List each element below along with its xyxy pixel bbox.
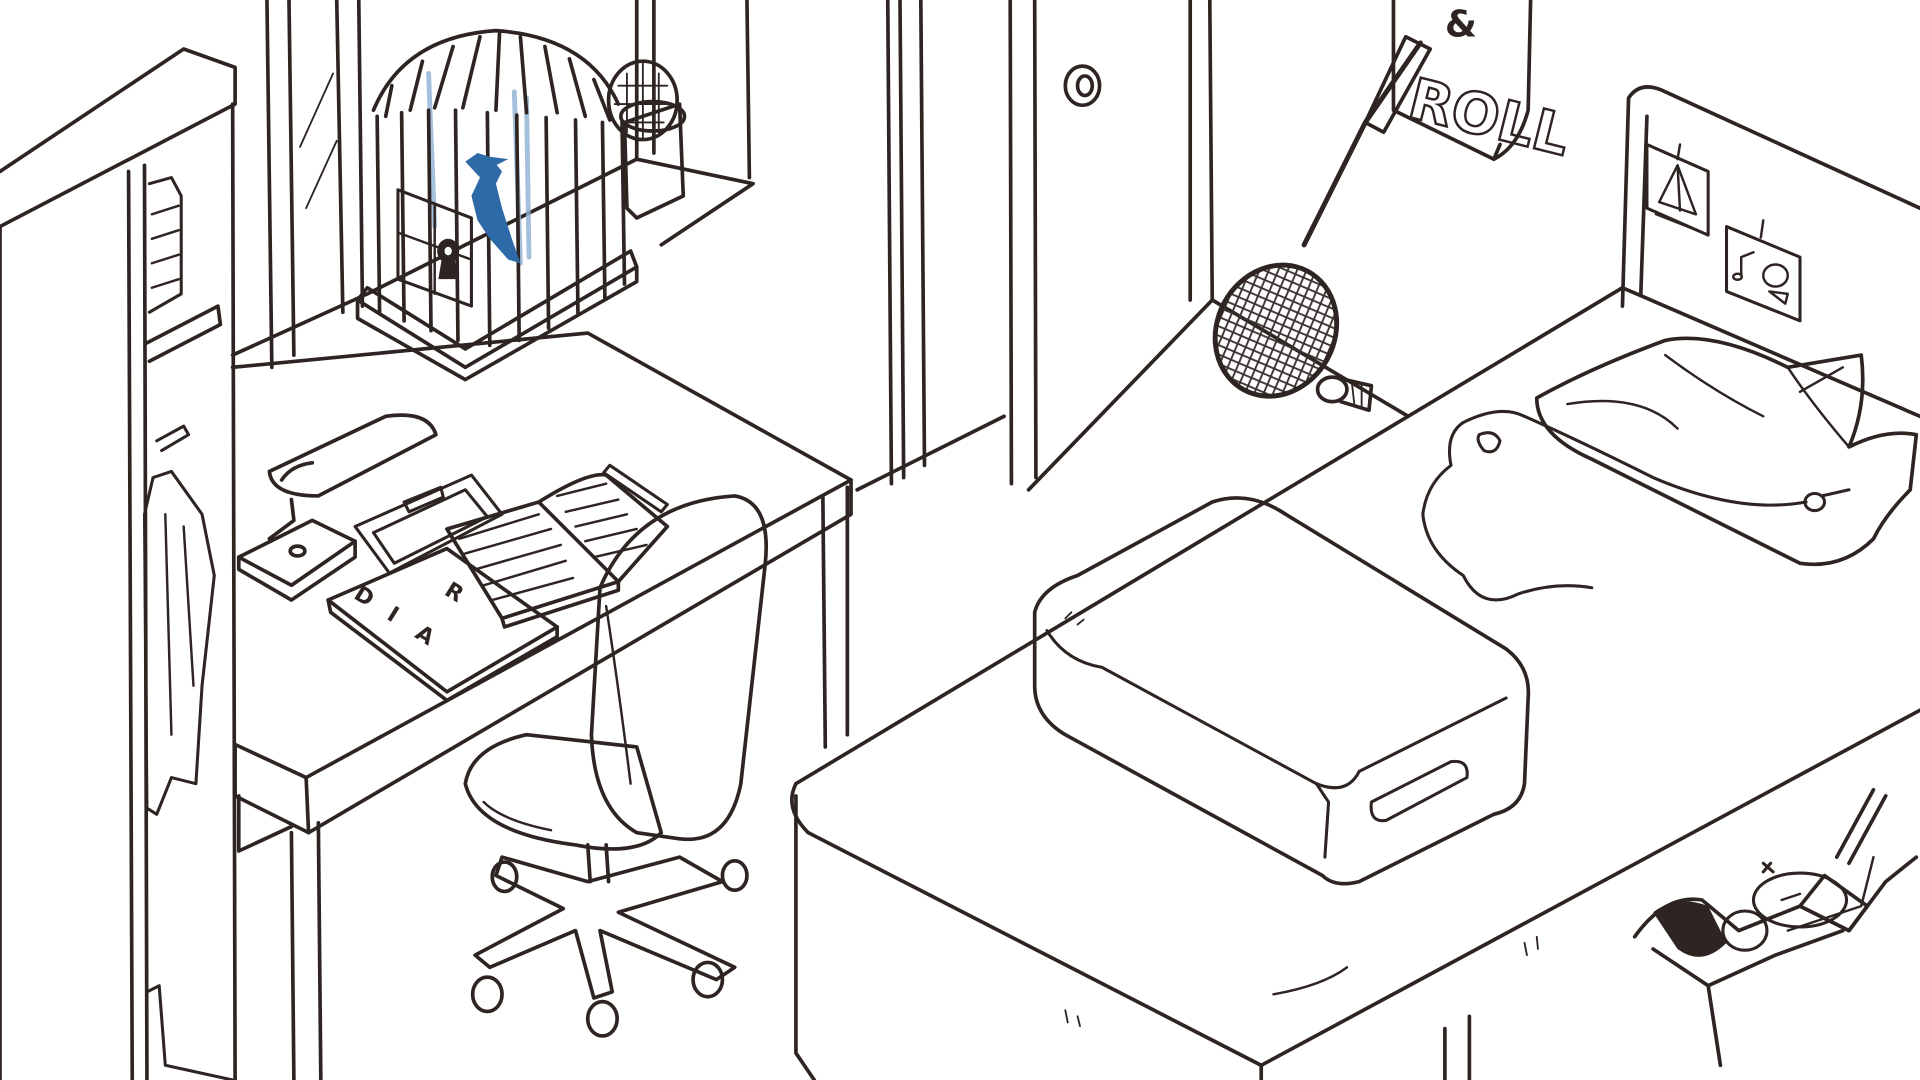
diary-letter: R xyxy=(440,578,468,608)
diary-letter: A xyxy=(411,621,439,651)
wall-column xyxy=(885,0,927,486)
bird-icon[interactable] xyxy=(465,153,521,264)
under-bed-box[interactable] xyxy=(1632,855,1919,1068)
shuttlecock[interactable] xyxy=(1315,375,1374,413)
cactus-pot[interactable] xyxy=(606,59,687,220)
wardrobe[interactable] xyxy=(0,47,237,1080)
folded-blanket[interactable] xyxy=(1032,496,1531,886)
pillow[interactable] xyxy=(1534,336,1919,567)
earphones[interactable] xyxy=(1421,409,1851,602)
poster-top-text: & xyxy=(1445,3,1477,46)
tent-photo[interactable] xyxy=(1645,142,1710,237)
tent-icon xyxy=(1654,164,1703,234)
door-edge xyxy=(1008,0,1038,486)
window-frame xyxy=(265,0,365,370)
window-inner xyxy=(634,0,752,180)
music-photo[interactable] xyxy=(1725,219,1802,323)
window-glare xyxy=(299,72,338,210)
door-knob[interactable] xyxy=(1063,64,1102,108)
wall-floor-line-right xyxy=(1026,298,1215,492)
open-notebook[interactable] xyxy=(445,472,670,629)
diary-letter: D xyxy=(349,581,378,612)
wall-floor-line xyxy=(855,414,1006,492)
keyhole-icon[interactable] xyxy=(437,238,460,280)
poster-main-text: ROLL xyxy=(1402,67,1576,170)
diary-book[interactable] xyxy=(326,546,559,703)
bedroom-scene: D I A R & ROLL xyxy=(0,0,1920,1080)
diary-letter: I xyxy=(383,602,403,628)
scene-canvas: D I A R & ROLL xyxy=(0,0,1920,1080)
music-note-icon xyxy=(1732,251,1755,282)
shoes[interactable] xyxy=(1653,898,1727,957)
door-right xyxy=(1188,0,1215,302)
pencil[interactable] xyxy=(602,463,669,514)
